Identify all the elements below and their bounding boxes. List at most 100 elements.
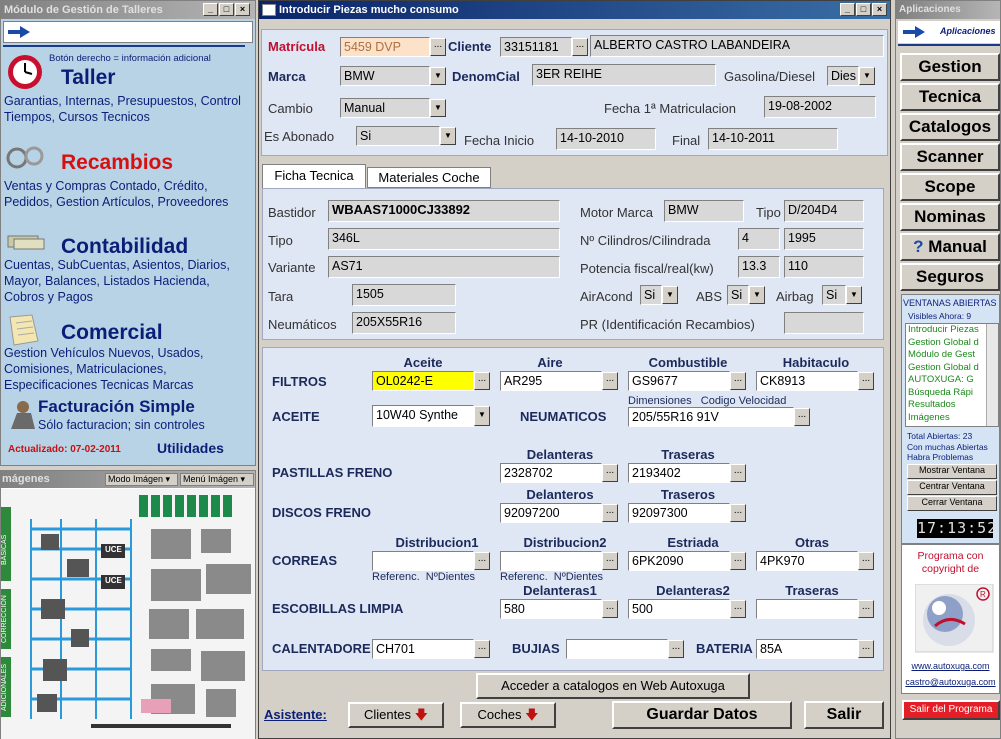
pastillas-tras-field[interactable]: 2193402: [628, 463, 730, 483]
filtro-combustible-field[interactable]: GS9677: [628, 371, 730, 391]
correa-otras-field[interactable]: 4PK970: [756, 551, 858, 571]
module-title-facturacion[interactable]: Facturación Simple: [38, 397, 195, 417]
correa-dist2-field[interactable]: [500, 551, 602, 571]
coches-button[interactable]: Coches 🡇: [460, 702, 556, 728]
chevron-down-icon[interactable]: ▼: [846, 286, 862, 304]
aircond-select[interactable]: Si: [640, 285, 662, 305]
calentador-field[interactable]: CH701: [372, 639, 474, 659]
matricula-field[interactable]: 5459 DVP: [340, 37, 430, 57]
neumaticos-lookup-button[interactable]: ...: [794, 408, 810, 426]
window-list-item[interactable]: Gestion Global d: [906, 362, 998, 375]
parts-diagram-image[interactable]: [1, 489, 255, 739]
filtro-aceite-field[interactable]: OL0242-E: [372, 371, 474, 391]
discos-del-field[interactable]: 92097200: [500, 503, 602, 523]
window-list-item[interactable]: Gestion Global d: [906, 337, 998, 350]
escobilla-del2-field[interactable]: 500: [628, 599, 730, 619]
chevron-down-icon[interactable]: ▼: [662, 286, 678, 304]
app-seguros-button[interactable]: Seguros: [900, 263, 1000, 291]
escobilla-del1-lookup-button[interactable]: ...: [602, 600, 618, 618]
correa-dist1-lookup-button[interactable]: ...: [474, 552, 490, 570]
escobilla-tras-field[interactable]: [756, 599, 858, 619]
arrow-right-icon[interactable]: [901, 25, 927, 39]
airbag-select[interactable]: Si: [822, 285, 846, 305]
window-list[interactable]: Introducir Piezas Gestion Global d Módul…: [905, 323, 999, 427]
module-title-taller[interactable]: Taller: [61, 66, 115, 90]
chevron-down-icon[interactable]: ▼: [749, 286, 765, 304]
email-link[interactable]: castro@autoxuga.com: [901, 677, 1000, 687]
app-scope-button[interactable]: Scope: [900, 173, 1000, 201]
maximize-icon[interactable]: □: [219, 3, 234, 16]
salir-programa-button[interactable]: Salir del Programa: [902, 700, 1000, 720]
pastillas-del-lookup-button[interactable]: ...: [602, 464, 618, 482]
mostrar-ventana-button[interactable]: Mostrar Ventana: [907, 464, 997, 479]
motor-field[interactable]: BMW: [664, 200, 744, 222]
neumaticos-parts-field[interactable]: 205/55R16 91V: [628, 407, 794, 427]
calentador-lookup-button[interactable]: ...: [474, 640, 490, 658]
guardar-datos-button[interactable]: Guardar Datos: [612, 701, 792, 729]
chevron-down-icon[interactable]: ▼: [440, 127, 456, 145]
bateria-lookup-button[interactable]: ...: [858, 640, 874, 658]
window-list-item[interactable]: AUTOXUGA: G: [906, 374, 998, 387]
bateria-field[interactable]: 85A: [756, 639, 858, 659]
tara-field[interactable]: 1505: [352, 284, 456, 306]
window-list-item[interactable]: Módulo de Gest: [906, 349, 998, 362]
filtro-habitaculo-field[interactable]: CK8913: [756, 371, 858, 391]
bujias-lookup-button[interactable]: ...: [668, 640, 684, 658]
variante-field[interactable]: AS71: [328, 256, 560, 278]
close-icon[interactable]: ×: [872, 3, 887, 16]
final-field[interactable]: 14-10-2011: [708, 128, 838, 150]
tab-materiales-coche[interactable]: Materiales Coche: [367, 167, 491, 188]
escobilla-del1-field[interactable]: 580: [500, 599, 602, 619]
chevron-down-icon[interactable]: ▼: [430, 67, 446, 85]
app-catalogos-button[interactable]: Catalogos: [900, 113, 1000, 141]
cambio-select[interactable]: Manual: [340, 98, 430, 118]
minimize-icon[interactable]: _: [840, 3, 855, 16]
potencia-real-field[interactable]: 110: [784, 256, 864, 278]
marca-select[interactable]: BMW: [340, 66, 430, 86]
tipo2-field[interactable]: D/204D4: [784, 200, 864, 222]
escobilla-del2-lookup-button[interactable]: ...: [730, 600, 746, 618]
website-link[interactable]: www.autoxuga.com: [901, 661, 1000, 671]
pr-field[interactable]: [784, 312, 864, 334]
filtro-habitaculo-lookup-button[interactable]: ...: [858, 372, 874, 390]
close-icon[interactable]: ×: [235, 3, 250, 16]
window-list-scrollbar[interactable]: [986, 324, 998, 426]
abonado-select[interactable]: Si: [356, 126, 440, 146]
filtro-aire-lookup-button[interactable]: ...: [602, 372, 618, 390]
salir-button[interactable]: Salir: [804, 701, 884, 729]
app-tecnica-button[interactable]: Tecnica: [900, 83, 1000, 111]
app-nominas-button[interactable]: Nominas: [900, 203, 1000, 231]
centrar-ventana-button[interactable]: Centrar Ventana: [907, 480, 997, 495]
aceite-type-select[interactable]: 10W40 Synthe: [372, 405, 474, 427]
chevron-down-icon[interactable]: ▼: [474, 406, 490, 426]
clientes-button[interactable]: Clientes 🡇: [348, 702, 444, 728]
matricula-lookup-button[interactable]: ...: [430, 38, 446, 56]
cliente-lookup-button[interactable]: ...: [572, 38, 588, 56]
discos-del-lookup-button[interactable]: ...: [602, 504, 618, 522]
chevron-down-icon[interactable]: ▼: [859, 67, 875, 85]
bujias-field[interactable]: [566, 639, 668, 659]
chevron-down-icon[interactable]: ▼: [430, 99, 446, 117]
potencia-fiscal-field[interactable]: 13.3: [738, 256, 780, 278]
maximize-icon[interactable]: □: [856, 3, 871, 16]
fecha-inicio-field[interactable]: 14-10-2010: [556, 128, 656, 150]
cliente-name-field[interactable]: ALBERTO CASTRO LABANDEIRA: [590, 35, 884, 57]
app-gestion-button[interactable]: Gestion: [900, 53, 1000, 81]
pastillas-tras-lookup-button[interactable]: ...: [730, 464, 746, 482]
cilindrada-field[interactable]: 1995: [784, 228, 864, 250]
web-catalog-button[interactable]: Acceder a catalogos en Web Autoxuga: [476, 673, 750, 699]
window-list-item[interactable]: Introducir Piezas: [906, 324, 998, 337]
tipo-field[interactable]: 346L: [328, 228, 560, 250]
window-list-item[interactable]: Imágenes: [906, 412, 998, 425]
correa-otras-lookup-button[interactable]: ...: [858, 552, 874, 570]
denom-field[interactable]: 3ER REIHE: [532, 64, 716, 86]
abs-select[interactable]: Si: [727, 285, 749, 305]
image-menu[interactable]: Menú Imágen ▾: [180, 473, 254, 486]
module-title-contabilidad[interactable]: Contabilidad: [61, 235, 188, 259]
correa-dist1-field[interactable]: [372, 551, 474, 571]
correa-estriada-lookup-button[interactable]: ...: [730, 552, 746, 570]
image-mode-menu[interactable]: Modo Imágen ▾: [105, 473, 178, 486]
utilities-link[interactable]: Utilidades: [157, 440, 224, 456]
filtro-aceite-lookup-button[interactable]: ...: [474, 372, 490, 390]
discos-tras-lookup-button[interactable]: ...: [730, 504, 746, 522]
